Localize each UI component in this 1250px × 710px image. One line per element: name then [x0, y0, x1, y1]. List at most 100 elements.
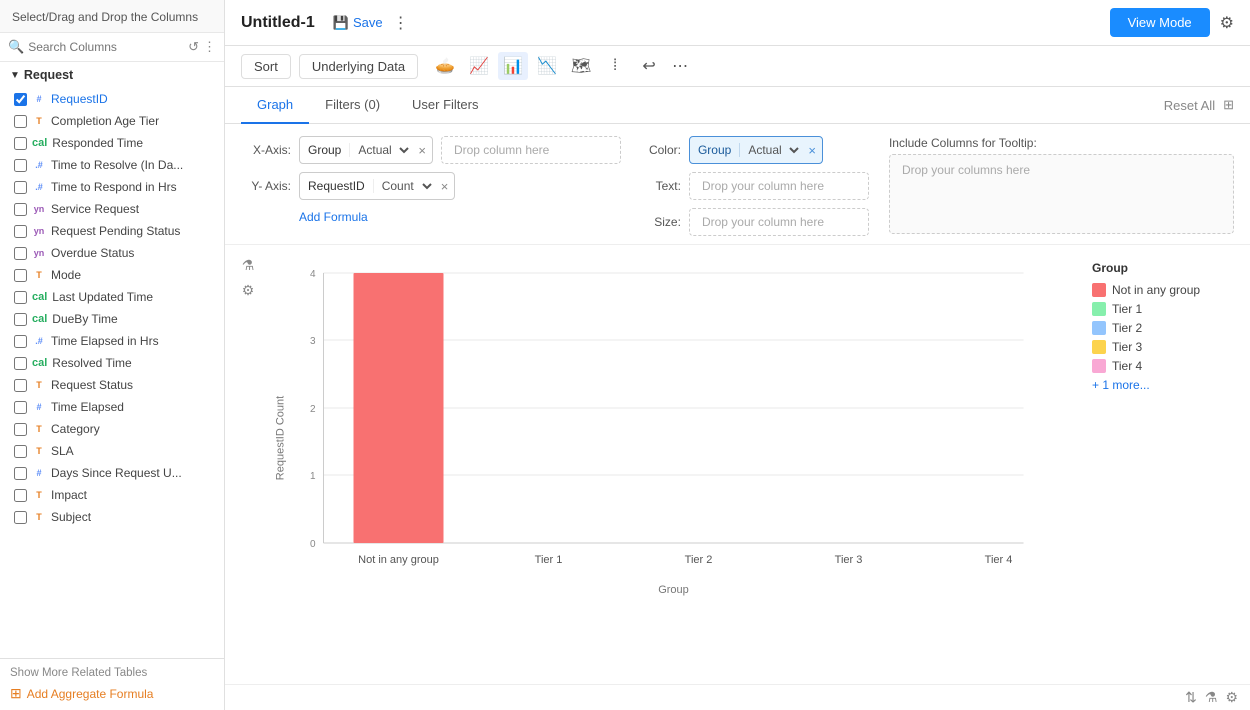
sidebar-item-service-request[interactable]: ynService Request: [0, 198, 224, 220]
sidebar-item-resolved-time[interactable]: calResolved Time: [0, 352, 224, 374]
settings-bottom-button[interactable]: ⚙: [1225, 689, 1238, 706]
sidebar-item-checkbox-dueby-time[interactable]: [14, 313, 27, 326]
y-axis-aggregate-select[interactable]: Count Sum Avg: [374, 173, 435, 199]
more-options-button[interactable]: ⋮: [393, 13, 409, 33]
sidebar-item-checkbox-time-elapsed-hrs[interactable]: [14, 335, 27, 348]
sidebar-items-list: #RequestIDTCompletion Age TiercalRespond…: [0, 88, 224, 658]
sidebar-item-requestid[interactable]: #RequestID: [0, 88, 224, 110]
sidebar-section-request[interactable]: ▼ Request: [0, 62, 224, 88]
y-axis-clear-button[interactable]: ×: [435, 179, 455, 194]
sidebar-footer: Show More Related Tables ⊞ Add Aggregate…: [0, 658, 224, 710]
tab-filters[interactable]: Filters (0): [309, 87, 396, 124]
sidebar-item-checkbox-resolved-time[interactable]: [14, 357, 27, 370]
sidebar-item-impact[interactable]: TImpact: [0, 484, 224, 506]
sidebar-item-dueby-time[interactable]: calDueBy Time: [0, 308, 224, 330]
tooltip-config: Include Columns for Tooltip: Drop your c…: [889, 136, 1234, 236]
sidebar-item-checkbox-request-pending-status[interactable]: [14, 225, 27, 238]
show-more-link[interactable]: Show More Related Tables: [10, 667, 214, 679]
size-drop-zone[interactable]: Drop your column here: [689, 208, 869, 236]
add-formula-link[interactable]: Add Formula: [299, 208, 368, 226]
reset-all-button[interactable]: Reset All: [1164, 98, 1215, 113]
sidebar-item-responded-time[interactable]: calResponded Time: [0, 132, 224, 154]
sidebar-item-checkbox-mode[interactable]: [14, 269, 27, 282]
sidebar-item-overdue-status[interactable]: ynOverdue Status: [0, 242, 224, 264]
sidebar-item-checkbox-service-request[interactable]: [14, 203, 27, 216]
toolbar-more-icon[interactable]: ⋯: [672, 56, 688, 76]
x-axis-drop-zone[interactable]: Drop column here: [441, 136, 621, 164]
sidebar-item-type-category: T: [32, 424, 46, 434]
sidebar-item-label-service-request: Service Request: [51, 202, 214, 216]
sidebar-item-checkbox-time-elapsed[interactable]: [14, 401, 27, 414]
refresh-button[interactable]: ↺: [188, 39, 199, 55]
text-row: Text: Drop your column here: [641, 172, 869, 200]
sidebar-item-checkbox-overdue-status[interactable]: [14, 247, 27, 260]
sidebar-item-time-to-resolve[interactable]: .#Time to Resolve (In Da...: [0, 154, 224, 176]
sidebar-item-type-mode: T: [32, 270, 46, 280]
sidebar-item-type-time-elapsed: #: [32, 402, 46, 412]
sidebar-item-checkbox-days-since-request[interactable]: [14, 467, 27, 480]
add-formula-row: Add Formula: [241, 208, 621, 226]
add-formula-button[interactable]: ⊞ Add Aggregate Formula: [10, 685, 153, 702]
sidebar-item-time-to-respond[interactable]: .#Time to Respond in Hrs: [0, 176, 224, 198]
underlying-data-button[interactable]: Underlying Data: [299, 54, 418, 79]
columns-menu-button[interactable]: ⋮: [203, 39, 216, 55]
sidebar-item-checkbox-impact[interactable]: [14, 489, 27, 502]
sidebar-item-subject[interactable]: TSubject: [0, 506, 224, 528]
sidebar-item-checkbox-requestid[interactable]: [14, 93, 27, 106]
sidebar-item-completion-age-tier[interactable]: TCompletion Age Tier: [0, 110, 224, 132]
tab-graph[interactable]: Graph: [241, 87, 309, 124]
bar-chart-button[interactable]: 📊: [498, 52, 528, 80]
scatter-chart-button[interactable]: ⁞: [600, 52, 630, 80]
legend-color-not-in-group: [1092, 283, 1106, 297]
back-button[interactable]: ↩: [634, 52, 664, 80]
view-mode-button[interactable]: View Mode: [1110, 8, 1210, 37]
legend-more-button[interactable]: + 1 more...: [1092, 378, 1234, 392]
horizontal-bar-button[interactable]: 📉: [532, 52, 562, 80]
sidebar-item-checkbox-subject[interactable]: [14, 511, 27, 524]
tab-user-filters[interactable]: User Filters: [396, 87, 494, 124]
sidebar-item-mode[interactable]: TMode: [0, 264, 224, 286]
sidebar-item-checkbox-request-status[interactable]: [14, 379, 27, 392]
sidebar-item-type-dueby-time: cal: [32, 313, 47, 325]
filter-bottom-button[interactable]: ⚗: [1205, 689, 1218, 706]
sidebar-item-checkbox-time-to-respond[interactable]: [14, 181, 27, 194]
text-drop-zone[interactable]: Drop your column here: [689, 172, 869, 200]
sidebar-item-category[interactable]: TCategory: [0, 418, 224, 440]
size-label: Size:: [641, 215, 681, 229]
sidebar-item-request-pending-status[interactable]: ynRequest Pending Status: [0, 220, 224, 242]
sidebar-item-days-since-request[interactable]: #Days Since Request U...: [0, 462, 224, 484]
save-button[interactable]: 💾 Save: [333, 15, 383, 31]
tooltip-drop-zone[interactable]: Drop your columns here: [889, 154, 1234, 234]
sidebar-item-time-elapsed-hrs[interactable]: .#Time Elapsed in Hrs: [0, 330, 224, 352]
y-axis-pill: RequestID Count Sum Avg ×: [299, 172, 455, 200]
line-chart-button[interactable]: 📈: [464, 52, 494, 80]
sidebar-item-checkbox-sla[interactable]: [14, 445, 27, 458]
pie-chart-button[interactable]: 🥧: [430, 52, 460, 80]
sidebar-item-checkbox-category[interactable]: [14, 423, 27, 436]
color-clear-button[interactable]: ×: [802, 143, 822, 158]
color-row: Color: Group Actual Count ×: [641, 136, 869, 164]
color-aggregate-select[interactable]: Actual Count: [740, 137, 802, 163]
content-area: Graph Filters (0) User Filters Reset All…: [225, 87, 1250, 710]
search-input[interactable]: [28, 40, 184, 54]
sidebar-item-type-time-to-resolve: .#: [32, 160, 46, 170]
sidebar-item-time-elapsed[interactable]: #Time Elapsed: [0, 396, 224, 418]
x-axis-clear-button[interactable]: ×: [412, 143, 432, 158]
sidebar-item-sla[interactable]: TSLA: [0, 440, 224, 462]
settings-icon[interactable]: ⚙: [1220, 13, 1234, 33]
x-axis-aggregate-select[interactable]: Actual Count Sum: [350, 137, 412, 163]
sidebar-item-request-status[interactable]: TRequest Status: [0, 374, 224, 396]
sort-chart-button[interactable]: ⇅: [1185, 689, 1197, 706]
sidebar-item-checkbox-completion-age-tier[interactable]: [14, 115, 27, 128]
area-chart-button[interactable]: 🗺: [566, 52, 596, 80]
sort-button[interactable]: Sort: [241, 54, 291, 79]
filter-chart-button[interactable]: ⚗: [242, 257, 255, 274]
settings-chart-button[interactable]: ⚙: [242, 282, 255, 299]
expand-icon[interactable]: ⊞: [1223, 97, 1234, 113]
y-tick-1: 1: [310, 471, 316, 482]
sidebar-item-checkbox-time-to-resolve[interactable]: [14, 159, 27, 172]
sidebar-item-checkbox-responded-time[interactable]: [14, 137, 27, 150]
sidebar-item-last-updated-time[interactable]: calLast Updated Time: [0, 286, 224, 308]
sidebar-item-checkbox-last-updated-time[interactable]: [14, 291, 27, 304]
chart-wrapper: RequestID Count 4 3 2: [263, 253, 1084, 676]
